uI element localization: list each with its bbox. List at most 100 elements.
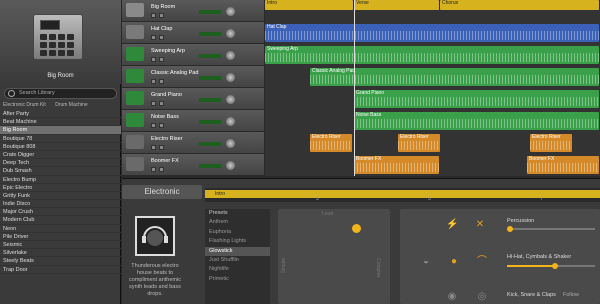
pan-knob[interactable]: [226, 7, 235, 16]
search-input[interactable]: Search Library: [4, 88, 117, 99]
maracas-icon[interactable]: ●: [448, 256, 460, 268]
mute-button[interactable]: [151, 57, 156, 62]
solo-button[interactable]: [159, 35, 164, 40]
solo-button[interactable]: [159, 123, 164, 128]
region[interactable]: Electro Riser: [530, 134, 572, 152]
library-item[interactable]: Modern Club: [0, 216, 121, 225]
library-item[interactable]: Neon: [0, 225, 121, 233]
track-header[interactable]: Big Room: [122, 0, 264, 22]
track-header[interactable]: Classic Analog Pad: [122, 66, 264, 88]
solo-button[interactable]: [159, 79, 164, 84]
library-item[interactable]: Boutique 78: [0, 135, 121, 143]
pan-knob[interactable]: [226, 51, 235, 60]
solo-button[interactable]: [159, 101, 164, 106]
xy-left-label: Simple: [281, 258, 287, 274]
mute-button[interactable]: [151, 13, 156, 18]
pan-knob[interactable]: [226, 139, 235, 148]
preset-item[interactable]: Just Shufflin: [205, 256, 270, 265]
library-item[interactable]: Seismic: [0, 241, 121, 250]
region[interactable]: Hat Clap: [265, 24, 599, 42]
library-art-title: Big Room: [47, 73, 74, 79]
preset-item[interactable]: Anthem: [205, 218, 270, 227]
pan-knob[interactable]: [226, 73, 235, 82]
mute-button[interactable]: [151, 101, 156, 106]
region-label: Hat Clap: [267, 24, 287, 30]
library-item[interactable]: Beat Machine: [0, 118, 121, 127]
region-label: Boomer FX: [356, 156, 382, 162]
region[interactable]: Boomer FX: [354, 156, 439, 174]
sticks-icon[interactable]: ✕: [474, 219, 486, 231]
mute-button[interactable]: [151, 167, 156, 172]
preset-item[interactable]: Flashing Lights: [205, 237, 270, 246]
solo-button[interactable]: [159, 145, 164, 150]
region[interactable]: Sweeping Arp: [265, 46, 599, 64]
region[interactable]: Boomer FX: [527, 156, 599, 174]
library-item[interactable]: Trap Door: [0, 266, 121, 274]
hihat-icon[interactable]: ◒: [420, 256, 432, 268]
region[interactable]: Chorus: [440, 0, 599, 10]
library-item[interactable]: Indie Disco: [0, 200, 121, 209]
library-item[interactable]: After Party: [0, 110, 121, 119]
track-header[interactable]: Grand Piano: [122, 88, 264, 110]
mute-button[interactable]: [151, 35, 156, 40]
solo-button[interactable]: [159, 167, 164, 172]
cymbal-icon[interactable]: ⌒: [476, 256, 488, 268]
region[interactable]: Electro Riser: [310, 134, 352, 152]
library-item[interactable]: Dub Smash: [0, 167, 121, 176]
pan-knob[interactable]: [226, 95, 235, 104]
region[interactable]: Intro: [265, 0, 353, 10]
region[interactable]: Noise Bass: [354, 112, 599, 130]
percussion-slider[interactable]: [507, 226, 595, 232]
track-header[interactable]: Electro Riser: [122, 132, 264, 154]
mute-button[interactable]: [151, 123, 156, 128]
track-name: Electro Riser: [151, 136, 183, 142]
library-item[interactable]: Electro Bump: [0, 176, 121, 184]
library-item[interactable]: Crate Digger: [0, 151, 121, 160]
track-name: Big Room: [151, 4, 176, 10]
region[interactable]: Electro Riser: [398, 134, 440, 152]
region[interactable]: Verse: [354, 0, 439, 10]
region-label: Electro Riser: [312, 134, 341, 140]
preset-item[interactable]: Primetic: [205, 275, 270, 284]
waveform: [354, 97, 599, 106]
snare-icon[interactable]: ◎: [476, 291, 488, 303]
pan-knob[interactable]: [226, 117, 235, 126]
mute-button[interactable]: [151, 79, 156, 84]
preset-item[interactable]: Glowstick: [205, 246, 270, 256]
preset-item[interactable]: Nightlife: [205, 265, 270, 274]
library-item[interactable]: Epic Electro: [0, 184, 121, 192]
drum-machine-icon: [126, 25, 144, 39]
track-header[interactable]: Hat Clap: [122, 22, 264, 44]
clap-icon[interactable]: ⚡: [446, 219, 458, 231]
xy-pad[interactable]: [278, 209, 390, 304]
preset-item[interactable]: Euphoria: [205, 228, 270, 237]
drummer-genre-button[interactable]: Electronic: [122, 185, 202, 199]
playhead[interactable]: [354, 0, 355, 176]
pan-knob[interactable]: [226, 29, 235, 38]
region[interactable]: Grand Piano: [354, 90, 599, 108]
library-item[interactable]: Major Crush: [0, 208, 121, 217]
pan-knob[interactable]: [226, 161, 235, 170]
library-item[interactable]: Deep Tech: [0, 159, 121, 168]
follow-toggle[interactable]: Follow: [563, 292, 579, 298]
region-label: Classic Analog Pad: [312, 68, 356, 74]
xy-puck[interactable]: [352, 224, 361, 233]
track-header[interactable]: Noise Bass: [122, 110, 264, 132]
library-item[interactable]: Steely Beats: [0, 257, 121, 266]
library-item[interactable]: Pile Driver: [0, 233, 121, 241]
track-header[interactable]: Sweeping Arp: [122, 44, 264, 66]
library-item[interactable]: Silverlake: [0, 249, 121, 258]
library-item[interactable]: Big Room: [0, 126, 121, 135]
headphones-icon: [142, 226, 168, 246]
track-header[interactable]: Boomer FX: [122, 154, 264, 176]
solo-button[interactable]: [159, 13, 164, 18]
breadcrumb-item[interactable]: Electronic Drum Kit: [3, 102, 46, 108]
drum-machine-icon: [33, 14, 83, 60]
library-item[interactable]: Gritty Funk: [0, 192, 121, 201]
mute-button[interactable]: [151, 145, 156, 150]
solo-button[interactable]: [159, 57, 164, 62]
kick-icon[interactable]: ◉: [446, 291, 458, 303]
hihat-slider[interactable]: [507, 263, 595, 269]
library-item[interactable]: Boutique 808: [0, 143, 121, 151]
breadcrumb-item[interactable]: Drum Machine: [55, 102, 88, 108]
